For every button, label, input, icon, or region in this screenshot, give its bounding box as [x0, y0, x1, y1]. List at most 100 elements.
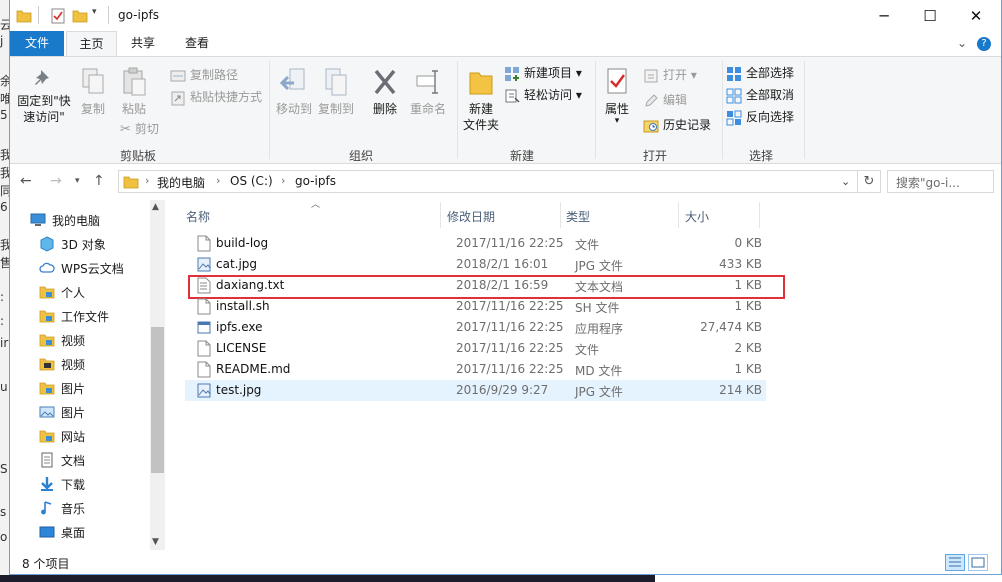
breadcrumb-separator-icon[interactable]: ›	[281, 174, 285, 187]
file-row[interactable]: daxiang.txt 2018/2/1 16:59 文本文档 1 KB	[185, 275, 766, 296]
delete-button[interactable]: 删除	[366, 67, 404, 117]
file-row[interactable]: LICENSE 2017/11/16 22:25 文件 2 KB	[185, 338, 766, 359]
file-type: SH 文件	[575, 301, 620, 315]
background-text: ir	[0, 336, 9, 350]
maximize-button[interactable]: ☐	[907, 0, 953, 31]
new-item-button[interactable]: 新建项目 ▾	[504, 63, 582, 83]
column-header-name[interactable]: 名称	[186, 208, 210, 225]
file-row[interactable]: ipfs.exe 2017/11/16 22:25 应用程序 27,474 KB	[185, 317, 766, 338]
copy-button[interactable]: 复制	[74, 67, 112, 117]
breadcrumb-computer[interactable]: 我的电脑	[157, 174, 205, 191]
scrollbar-thumb[interactable]	[151, 327, 164, 473]
cut-button[interactable]: ✂ 剪切	[120, 119, 159, 139]
breadcrumb-separator-icon[interactable]: ›	[216, 174, 220, 187]
easy-access-button[interactable]: 轻松访问 ▾	[504, 85, 582, 105]
column-divider[interactable]	[560, 202, 561, 228]
tab-home[interactable]: 主页	[66, 31, 117, 56]
desktop-icon	[39, 526, 55, 538]
new-folder-icon[interactable]	[72, 8, 88, 24]
sidebar-item[interactable]: 图片	[10, 400, 150, 424]
search-placeholder: 搜索"go-i...	[896, 176, 960, 190]
column-header-type[interactable]: 类型	[566, 208, 590, 225]
sidebar-item[interactable]: 视频	[10, 352, 150, 376]
expand-ribbon-icon[interactable]: ⌄	[957, 36, 967, 50]
sidebar-item[interactable]: 桌面	[10, 520, 150, 544]
sidebar-item[interactable]: 下载	[10, 472, 150, 496]
tab-view[interactable]: 查看	[173, 31, 221, 56]
recent-locations-icon[interactable]: ▾	[75, 176, 80, 186]
column-divider[interactable]	[678, 202, 679, 228]
refresh-button[interactable]: ↻	[858, 170, 881, 193]
search-input[interactable]: 搜索"go-i...	[887, 170, 994, 193]
properties-icon[interactable]	[50, 8, 66, 24]
taskbar-fragment	[0, 575, 655, 582]
large-icons-view-icon	[971, 557, 985, 568]
nav-scrollbar[interactable]: ▲ ▼	[150, 200, 165, 550]
file-row[interactable]: README.md 2017/11/16 22:25 MD 文件 1 KB	[185, 359, 766, 380]
file-row[interactable]: test.jpg 2016/9/29 9:27 JPG 文件 214 KB	[185, 380, 766, 401]
large-icons-view-button[interactable]	[968, 554, 988, 571]
sidebar-item[interactable]: 视频	[10, 328, 150, 352]
tab-share[interactable]: 共享	[120, 31, 166, 56]
copy-path-button[interactable]: 复制路径	[170, 65, 238, 85]
file-type: 应用程序	[575, 322, 624, 336]
up-arrow-icon[interactable]: ↑	[93, 173, 105, 189]
group-divider	[457, 61, 458, 159]
help-icon[interactable]: ?	[977, 37, 991, 51]
file-row[interactable]: cat.jpg 2018/2/1 16:01 JPG 文件 433 KB	[185, 254, 766, 275]
details-view-button[interactable]	[945, 554, 965, 571]
exe-icon	[197, 321, 211, 334]
move-to-button[interactable]: 移动到	[273, 67, 315, 117]
column-header-date[interactable]: 修改日期	[447, 208, 495, 225]
rename-button[interactable]: 重命名	[408, 67, 448, 117]
sidebar-item-label: 音乐	[61, 502, 86, 516]
select-none-button[interactable]: 全部取消	[726, 85, 794, 105]
column-header-size[interactable]: 大小	[685, 208, 709, 225]
close-button[interactable]: ✕	[953, 0, 999, 31]
file-row[interactable]: install.sh 2017/11/16 22:25 SH 文件 1 KB	[185, 296, 766, 317]
pin-to-quick-access-button[interactable]: 固定到"快 速访问"	[13, 67, 75, 125]
sidebar-item[interactable]: 个人	[10, 280, 150, 304]
breadcrumb-separator-icon[interactable]: ›	[145, 174, 149, 187]
file-name: test.jpg	[216, 383, 262, 397]
paste-shortcut-button[interactable]: 粘贴快捷方式	[170, 87, 262, 107]
column-divider[interactable]	[440, 202, 441, 228]
new-folder-button[interactable]: 新建 文件夹	[460, 67, 502, 133]
file-date: 2017/11/16 22:25	[456, 236, 564, 250]
quick-access-dropdown-icon[interactable]: ▾	[92, 7, 97, 17]
sidebar-item[interactable]: 音乐	[10, 496, 150, 520]
history-button[interactable]: 历史记录	[643, 115, 711, 135]
forward-arrow-icon[interactable]: →	[50, 173, 62, 189]
file-name: cat.jpg	[216, 257, 258, 271]
address-bar[interactable]: › 我的电脑 › OS (C:) › go-ipfs ⌄	[118, 170, 858, 193]
sidebar-item-label: 网站	[61, 430, 86, 444]
column-divider[interactable]	[759, 202, 760, 228]
background-text: 6	[0, 200, 8, 214]
sidebar-item[interactable]: 文档	[10, 448, 150, 472]
invert-selection-label: 反向选择	[746, 110, 795, 124]
sidebar-item[interactable]: WPS云文档	[10, 256, 150, 280]
edit-button[interactable]: 编辑	[643, 90, 687, 110]
properties-button[interactable]: 属性 ▾	[599, 67, 635, 126]
select-all-button[interactable]: 全部选择	[726, 63, 794, 83]
sidebar-item[interactable]: 我的电脑	[10, 208, 150, 232]
sidebar-item[interactable]: 图片	[10, 376, 150, 400]
scroll-down-icon[interactable]: ▼	[152, 537, 159, 547]
back-arrow-icon[interactable]: ←	[20, 173, 32, 189]
file-row[interactable]: build-log 2017/11/16 22:25 文件 0 KB	[185, 233, 766, 254]
minimize-button[interactable]: ─	[861, 0, 907, 31]
group-divider	[595, 61, 596, 159]
copy-to-button[interactable]: 复制到	[315, 67, 357, 117]
sidebar-item[interactable]: 网站	[10, 424, 150, 448]
invert-selection-button[interactable]: 反向选择	[726, 107, 794, 127]
address-history-icon[interactable]: ⌄	[841, 175, 850, 188]
paste-button[interactable]: 粘贴	[116, 67, 152, 117]
properties-icon	[607, 68, 627, 94]
open-button[interactable]: 打开 ▾	[643, 65, 697, 85]
sidebar-item[interactable]: 工作文件	[10, 304, 150, 328]
tab-file[interactable]: 文件	[10, 31, 64, 56]
scroll-up-icon[interactable]: ▲	[152, 202, 159, 212]
breadcrumb-drive[interactable]: OS (C:)	[230, 174, 273, 188]
breadcrumb-folder[interactable]: go-ipfs	[295, 174, 336, 188]
sidebar-item[interactable]: 3D 对象	[10, 232, 150, 256]
